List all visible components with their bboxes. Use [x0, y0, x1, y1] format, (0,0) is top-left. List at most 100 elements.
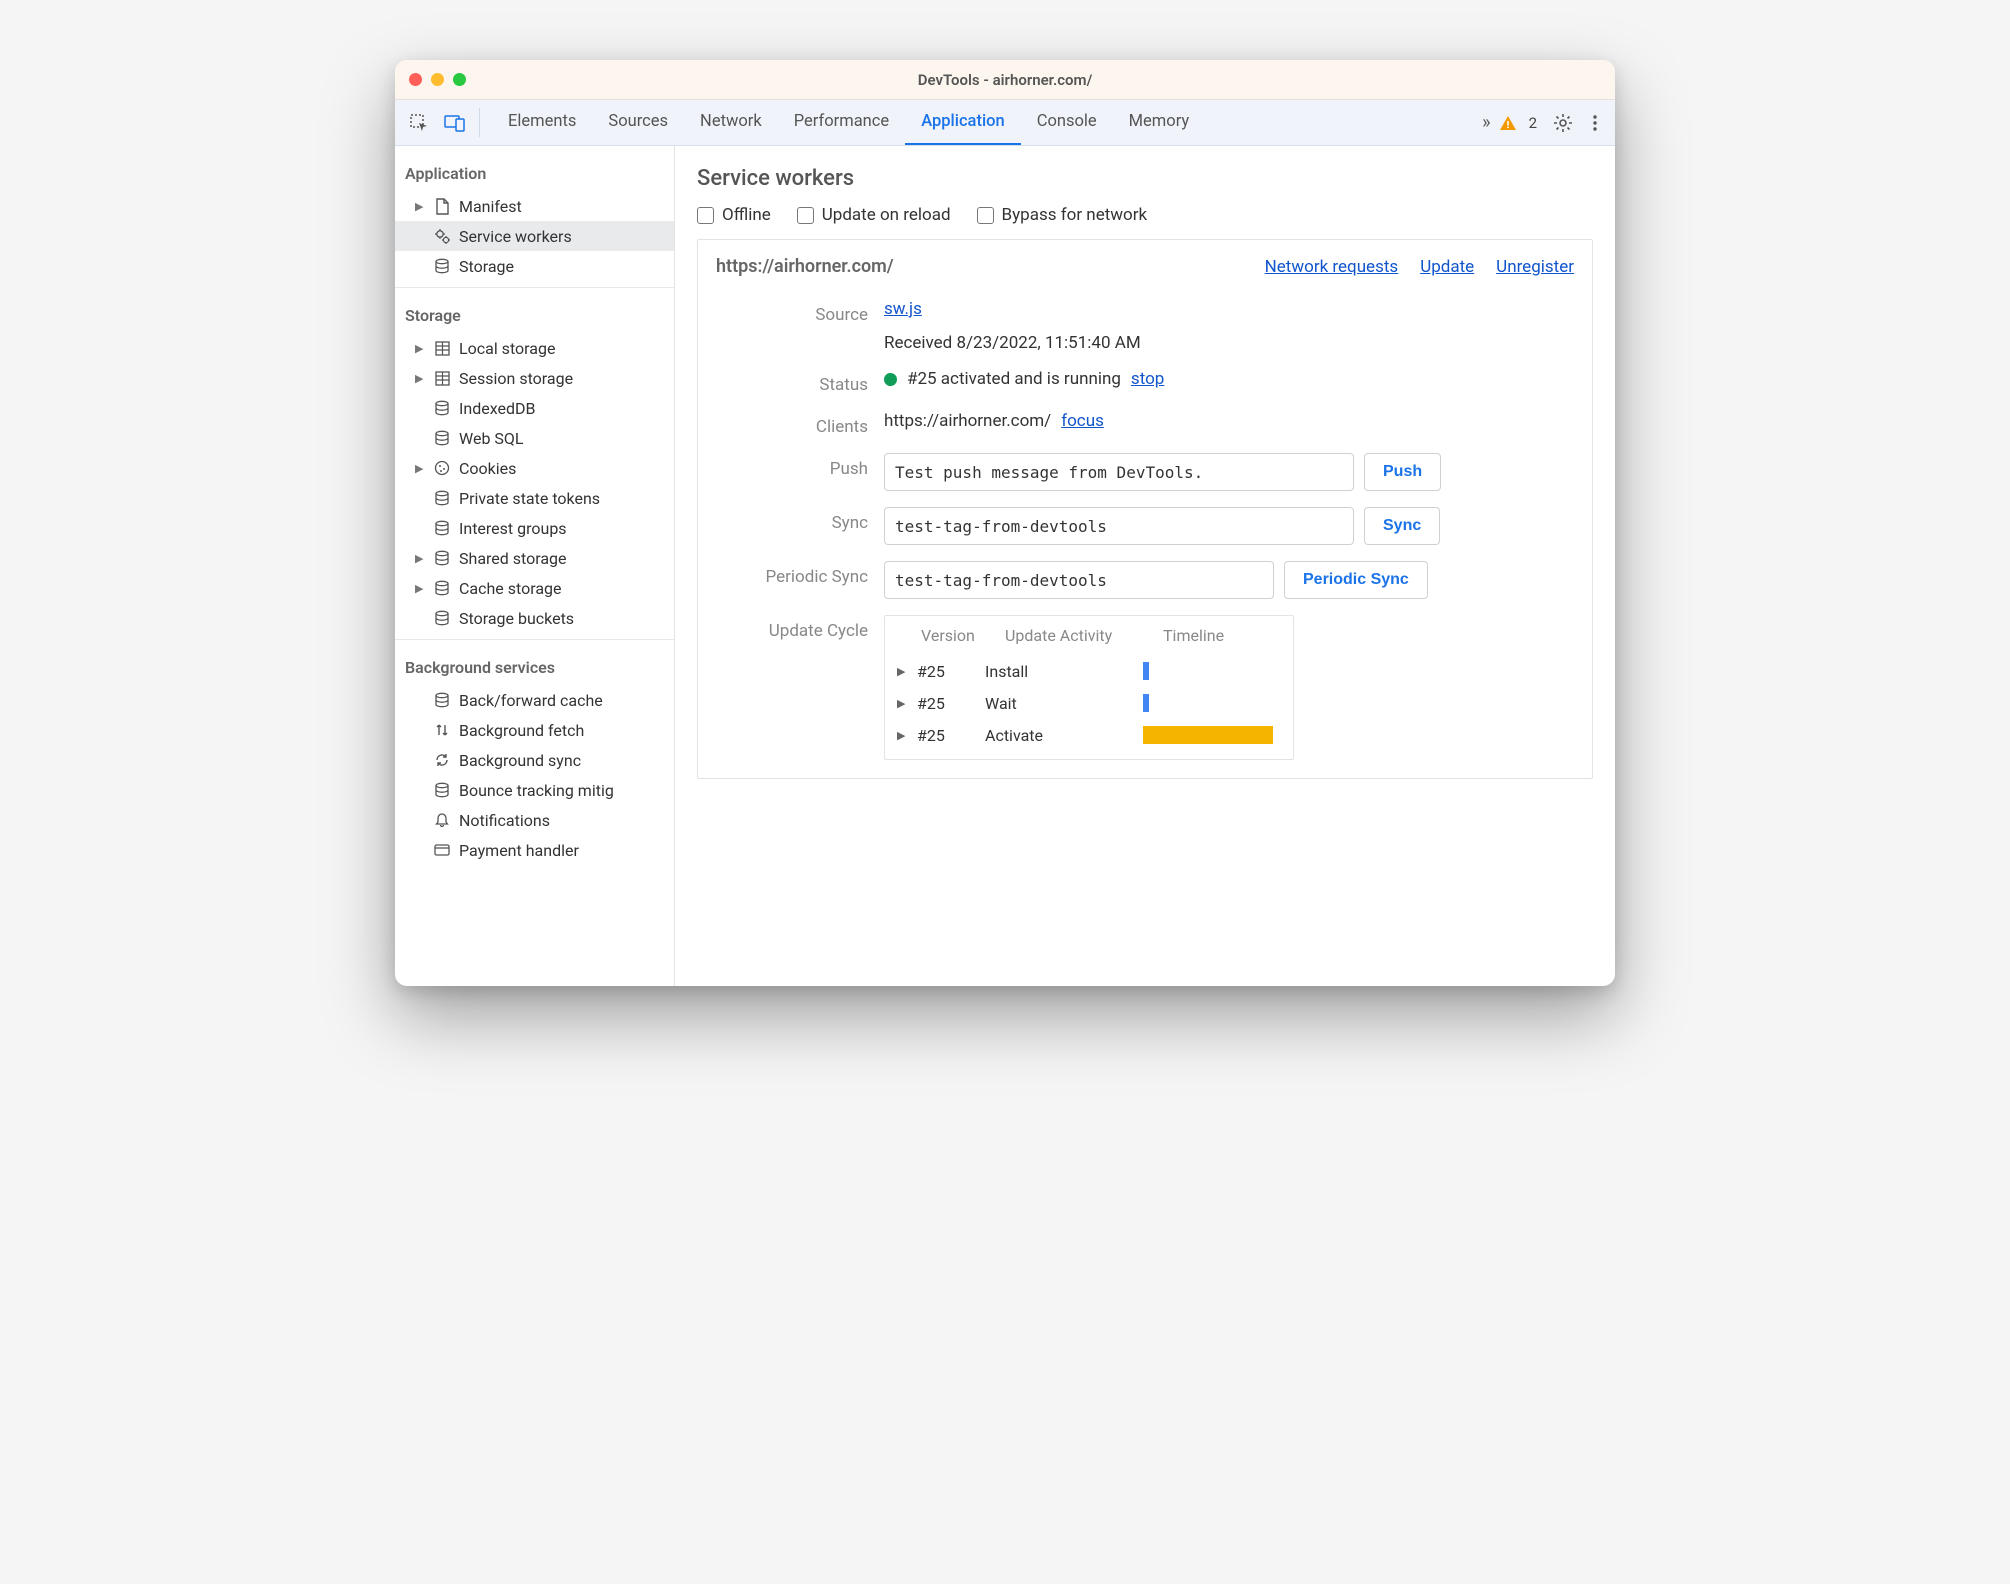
tab-elements[interactable]: Elements	[492, 100, 592, 145]
more-tabs-icon[interactable]: »	[1482, 112, 1490, 133]
sidebar-item-label: Interest groups	[459, 519, 567, 538]
sidebar-item-indexeddb[interactable]: IndexedDB	[395, 393, 674, 423]
label-sync: Sync	[716, 507, 884, 533]
tab-memory[interactable]: Memory	[1113, 100, 1206, 145]
sw-received: Received 8/23/2022, 11:51:40 AM	[884, 333, 1574, 353]
timeline-marker	[1143, 694, 1149, 712]
sw-options: Offline Update on reload Bypass for netw…	[697, 205, 1593, 225]
sidebar-item-background-sync[interactable]: Background sync	[395, 745, 674, 775]
tab-sources[interactable]: Sources	[592, 100, 684, 145]
sidebar-item-session-storage[interactable]: ▶ Session storage	[395, 363, 674, 393]
database-icon	[433, 490, 451, 506]
sidebar-item-websql[interactable]: Web SQL	[395, 423, 674, 453]
sidebar-item-background-fetch[interactable]: Background fetch	[395, 715, 674, 745]
kebab-menu-icon[interactable]	[1587, 113, 1603, 133]
update-cycle-row[interactable]: ▶ #25 Install	[897, 655, 1281, 687]
label-source: Source	[716, 299, 884, 325]
uc-header-activity: Update Activity	[1005, 626, 1153, 645]
sidebar-item-cookies[interactable]: ▶ Cookies	[395, 453, 674, 483]
inspect-element-icon[interactable]	[401, 100, 437, 145]
uc-header-version: Version	[921, 626, 995, 645]
titlebar: DevTools - airhorner.com/	[395, 60, 1615, 100]
sidebar-item-manifest[interactable]: ▶ Manifest	[395, 191, 674, 221]
sw-focus-link[interactable]: focus	[1061, 411, 1104, 431]
card-icon	[433, 843, 451, 857]
sidebar-item-label: Background fetch	[459, 721, 584, 740]
tab-console[interactable]: Console	[1021, 100, 1113, 145]
update-on-reload-checkbox[interactable]: Update on reload	[797, 205, 951, 225]
sidebar-item-private-state-tokens[interactable]: Private state tokens	[395, 483, 674, 513]
unregister-link[interactable]: Unregister	[1496, 257, 1574, 277]
database-icon	[433, 550, 451, 566]
sidebar-item-storage-buckets[interactable]: Storage buckets	[395, 603, 674, 633]
chevron-right-icon: ▶	[415, 582, 425, 595]
chevron-right-icon: ▶	[415, 342, 425, 355]
database-icon	[433, 610, 451, 626]
sw-source-link[interactable]: sw.js	[884, 299, 922, 319]
sidebar-item-shared-storage[interactable]: ▶ Shared storage	[395, 543, 674, 573]
database-icon	[433, 580, 451, 596]
file-icon	[433, 198, 451, 215]
network-requests-link[interactable]: Network requests	[1265, 257, 1399, 277]
sidebar-item-payment-handler[interactable]: Payment handler	[395, 835, 674, 865]
label-periodic-sync: Periodic Sync	[716, 561, 884, 587]
sidebar-item-label: Notifications	[459, 811, 550, 830]
periodic-sync-button[interactable]: Periodic Sync	[1284, 561, 1428, 599]
bypass-for-network-checkbox[interactable]: Bypass for network	[977, 205, 1148, 225]
label-status: Status	[716, 369, 884, 395]
sidebar-item-bfcache[interactable]: Back/forward cache	[395, 685, 674, 715]
sidebar-item-label: Background sync	[459, 751, 581, 770]
update-link[interactable]: Update	[1420, 257, 1474, 277]
sync-button[interactable]: Sync	[1364, 507, 1440, 545]
database-icon	[433, 258, 451, 274]
gears-icon	[433, 228, 451, 245]
sidebar-item-cache-storage[interactable]: ▶ Cache storage	[395, 573, 674, 603]
panel-body: Application ▶ Manifest Service workers S…	[395, 146, 1615, 986]
sync-input[interactable]	[884, 507, 1354, 545]
database-icon	[433, 782, 451, 798]
sidebar-item-service-workers[interactable]: Service workers	[395, 221, 674, 251]
tab-performance[interactable]: Performance	[778, 100, 905, 145]
update-cycle-row[interactable]: ▶ #25 Wait	[897, 687, 1281, 719]
main-content[interactable]: Service workers Offline Update on reload…	[675, 146, 1615, 986]
tab-application[interactable]: Application	[905, 100, 1021, 145]
page-title: Service workers	[697, 166, 1593, 191]
sidebar-item-label: Service workers	[459, 227, 572, 246]
sync-icon	[433, 752, 451, 768]
devtools-window: DevTools - airhorner.com/ Elements Sourc…	[395, 60, 1615, 986]
warnings-icon[interactable]	[1499, 114, 1517, 132]
tab-network[interactable]: Network	[684, 100, 778, 145]
settings-icon[interactable]	[1553, 113, 1573, 133]
chevron-right-icon: ▶	[897, 665, 907, 678]
chevron-right-icon: ▶	[897, 729, 907, 742]
sidebar-item-label: Private state tokens	[459, 489, 600, 508]
database-icon	[433, 692, 451, 708]
grid-icon	[433, 341, 451, 356]
push-input[interactable]	[884, 453, 1354, 491]
panel-tabs: Elements Sources Network Performance App…	[492, 100, 1205, 145]
database-icon	[433, 430, 451, 446]
sidebar-item-label: Storage	[459, 257, 514, 276]
device-toolbar-icon[interactable]	[437, 100, 473, 145]
label-clients: Clients	[716, 411, 884, 437]
offline-checkbox[interactable]: Offline	[697, 205, 771, 225]
sidebar-item-label: Manifest	[459, 197, 522, 216]
periodic-sync-input[interactable]	[884, 561, 1274, 599]
update-cycle-row[interactable]: ▶ #25 Activate	[897, 719, 1281, 751]
timeline-bar	[1143, 726, 1273, 744]
service-worker-card: https://airhorner.com/ Network requests …	[697, 239, 1593, 779]
push-button[interactable]: Push	[1364, 453, 1441, 491]
sidebar-item-bounce-tracking[interactable]: Bounce tracking mitig	[395, 775, 674, 805]
warning-count[interactable]: 2	[1529, 114, 1537, 132]
sidebar-item-local-storage[interactable]: ▶ Local storage	[395, 333, 674, 363]
sidebar-divider	[395, 639, 674, 640]
sidebar-item-label: Session storage	[459, 369, 573, 388]
sw-stop-link[interactable]: stop	[1131, 369, 1164, 389]
sidebar-item-notifications[interactable]: Notifications	[395, 805, 674, 835]
sidebar-item-storage[interactable]: Storage	[395, 251, 674, 281]
label-push: Push	[716, 453, 884, 479]
timeline-marker	[1143, 662, 1149, 680]
update-cycle-table: Version Update Activity Timeline ▶ #25 I…	[884, 615, 1294, 760]
application-sidebar[interactable]: Application ▶ Manifest Service workers S…	[395, 146, 675, 986]
sidebar-item-interest-groups[interactable]: Interest groups	[395, 513, 674, 543]
